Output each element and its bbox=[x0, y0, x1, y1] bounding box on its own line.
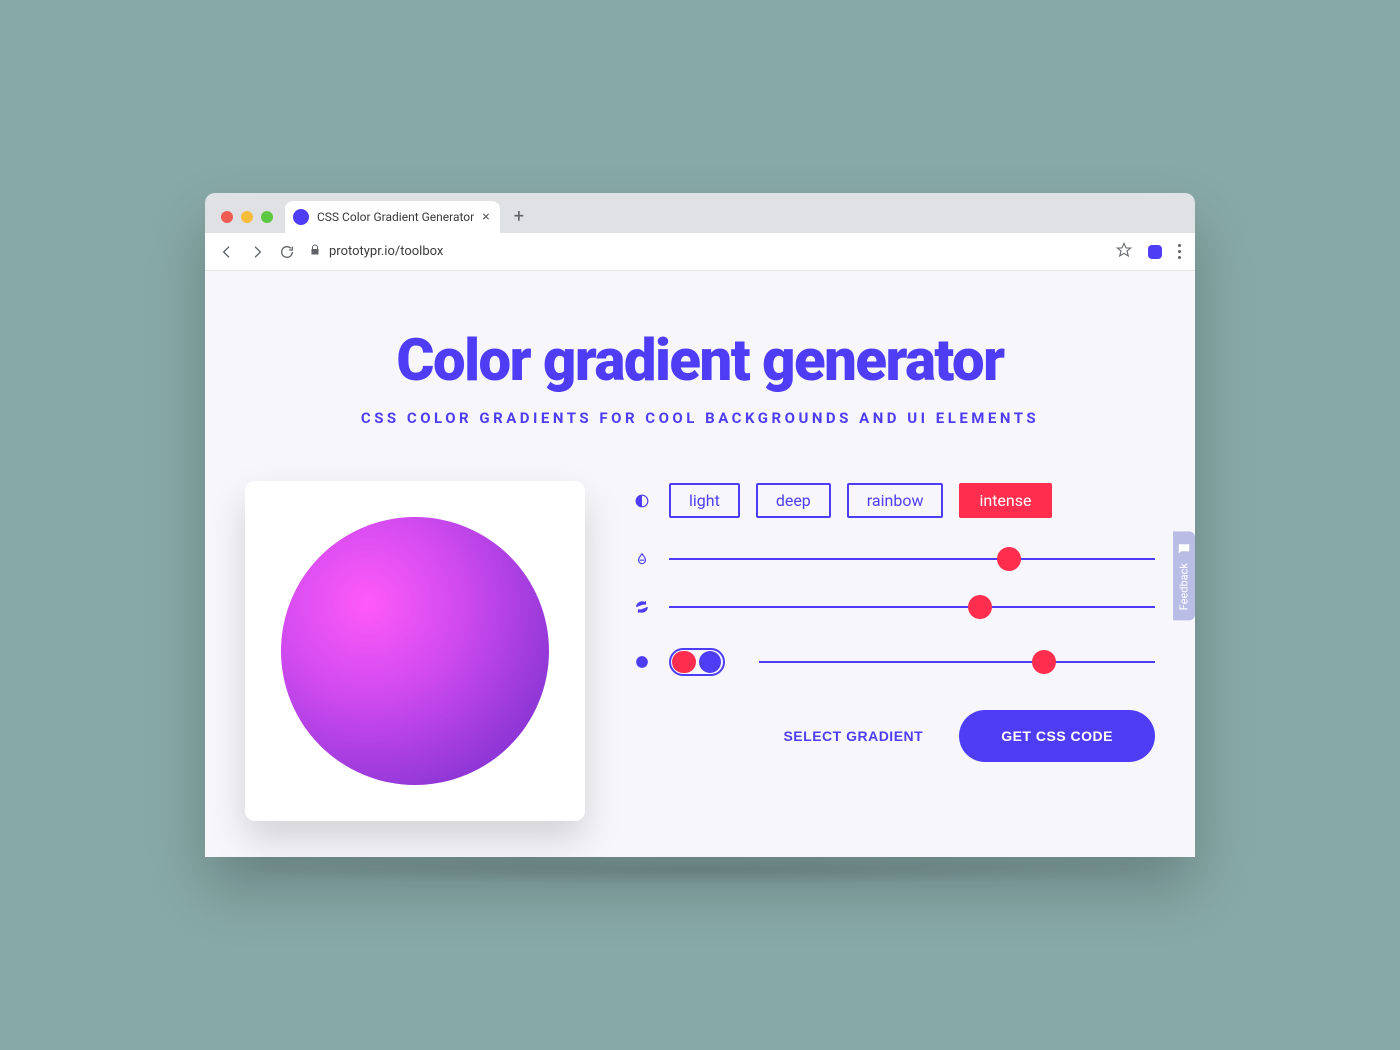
new-tab-button[interactable]: + bbox=[506, 206, 532, 233]
page-title: Color gradient generator bbox=[245, 327, 1155, 395]
back-icon[interactable] bbox=[219, 244, 235, 260]
intensity-slider-thumb[interactable] bbox=[1032, 650, 1056, 674]
controls-panel: light deep rainbow intense bbox=[633, 481, 1155, 762]
preset-group: light deep rainbow intense bbox=[669, 483, 1052, 518]
preset-light[interactable]: light bbox=[669, 483, 740, 518]
tab-strip: CSS Color Gradient Generator × + bbox=[205, 193, 1195, 233]
get-css-button[interactable]: GET CSS CODE bbox=[959, 710, 1155, 762]
feedback-tab[interactable]: Feedback bbox=[1173, 531, 1195, 620]
preset-intense[interactable]: intense bbox=[959, 483, 1051, 518]
preset-row: light deep rainbow intense bbox=[633, 483, 1155, 518]
gradient-type-toggle[interactable] bbox=[669, 648, 725, 676]
url-bar: prototypr.io/toolbox bbox=[205, 233, 1195, 271]
gradient-type-row bbox=[633, 648, 1155, 676]
rotate-row bbox=[633, 600, 1155, 614]
url-text: prototypr.io/toolbox bbox=[329, 244, 443, 259]
rotate-slider[interactable] bbox=[669, 606, 1155, 608]
hue-slider[interactable] bbox=[669, 558, 1155, 560]
gradient-preview-card bbox=[245, 481, 585, 821]
toggle-track bbox=[672, 651, 696, 673]
menu-icon[interactable] bbox=[1178, 244, 1181, 259]
rotate-slider-thumb[interactable] bbox=[968, 595, 992, 619]
intensity-slider[interactable] bbox=[759, 661, 1155, 663]
favicon-icon bbox=[293, 209, 309, 225]
spiral-icon bbox=[633, 655, 651, 669]
close-window-icon[interactable] bbox=[221, 211, 233, 223]
workspace: light deep rainbow intense bbox=[245, 481, 1155, 821]
tab-title: CSS Color Gradient Generator bbox=[317, 210, 474, 224]
hue-row bbox=[633, 552, 1155, 566]
page-subtitle: CSS COLOR GRADIENTS FOR COOL BACKGROUNDS… bbox=[245, 409, 1155, 427]
extension-icon[interactable] bbox=[1148, 245, 1162, 259]
select-gradient-button[interactable]: SELECT GRADIENT bbox=[783, 728, 923, 744]
url-actions bbox=[1116, 242, 1181, 262]
browser-tab[interactable]: CSS Color Gradient Generator × bbox=[285, 201, 500, 233]
maximize-window-icon[interactable] bbox=[261, 211, 273, 223]
toggle-knob bbox=[699, 651, 721, 673]
preset-deep[interactable]: deep bbox=[756, 483, 831, 518]
forward-icon[interactable] bbox=[249, 244, 265, 260]
omnibox[interactable]: prototypr.io/toolbox bbox=[309, 244, 1102, 260]
page-content: Color gradient generator CSS COLOR GRADI… bbox=[205, 271, 1195, 857]
feedback-icon bbox=[1177, 541, 1191, 555]
reload-icon[interactable] bbox=[279, 244, 295, 260]
bookmark-icon[interactable] bbox=[1116, 242, 1132, 262]
tab-close-icon[interactable]: × bbox=[482, 209, 489, 225]
lock-icon bbox=[309, 244, 321, 260]
feedback-label: Feedback bbox=[1178, 563, 1191, 610]
browser-window: CSS Color Gradient Generator × + prototy… bbox=[205, 193, 1195, 857]
hue-slider-thumb[interactable] bbox=[997, 547, 1021, 571]
droplet-icon bbox=[633, 552, 651, 566]
minimize-window-icon[interactable] bbox=[241, 211, 253, 223]
contrast-icon bbox=[633, 494, 651, 508]
rotate-icon bbox=[633, 600, 651, 614]
gradient-preview bbox=[281, 517, 549, 785]
window-controls bbox=[215, 211, 279, 233]
action-row: SELECT GRADIENT GET CSS CODE bbox=[633, 710, 1155, 762]
preset-rainbow[interactable]: rainbow bbox=[847, 483, 944, 518]
